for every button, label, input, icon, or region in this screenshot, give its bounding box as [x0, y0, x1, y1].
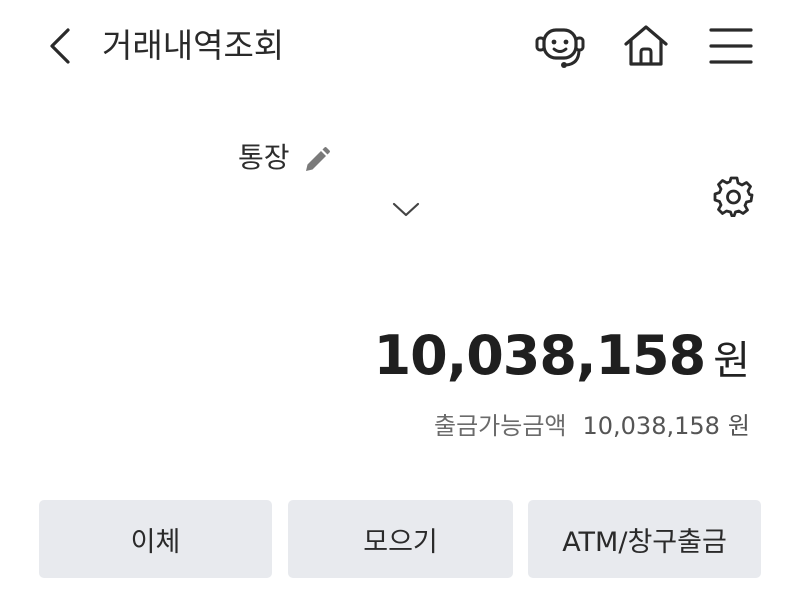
transfer-button[interactable]: 이체 — [39, 500, 272, 578]
atm-withdrawal-button[interactable]: ATM/창구출금 — [528, 500, 761, 578]
pencil-icon — [306, 147, 330, 171]
account-name: 통장 — [238, 141, 290, 174]
hamburger-menu-icon — [709, 28, 753, 64]
transaction-history-screen: 거래내역조회 통장 10,038,158 원 출금가능금액 10,038,158… — [0, 0, 800, 604]
available-balance-amount: 10,038,158 — [582, 412, 720, 440]
chatbot-button[interactable] — [532, 20, 588, 72]
home-button[interactable] — [618, 20, 674, 72]
account-dropdown-button[interactable] — [388, 194, 424, 224]
top-app-bar: 거래내역조회 — [0, 0, 800, 92]
available-balance-label: 출금가능금액 — [434, 412, 567, 440]
available-balance: 출금가능금액 10,038,158 원 — [434, 406, 750, 446]
gear-icon — [713, 176, 754, 218]
chevron-left-icon — [50, 28, 70, 64]
account-settings-button[interactable] — [712, 173, 756, 218]
chevron-down-icon — [392, 202, 420, 217]
balance-amount: 10,038,158 — [373, 324, 707, 387]
balance-currency-unit: 원 — [713, 338, 750, 384]
available-balance-unit: 원 — [727, 412, 750, 440]
menu-button[interactable] — [703, 20, 759, 72]
balance: 10,038,158 원 — [374, 318, 750, 394]
edit-account-name-button[interactable] — [300, 145, 332, 177]
page-title: 거래내역조회 — [102, 26, 285, 65]
home-icon — [624, 25, 668, 66]
chatbot-icon — [535, 28, 585, 68]
collect-button[interactable]: 모으기 — [288, 500, 513, 578]
back-button[interactable] — [38, 22, 84, 70]
